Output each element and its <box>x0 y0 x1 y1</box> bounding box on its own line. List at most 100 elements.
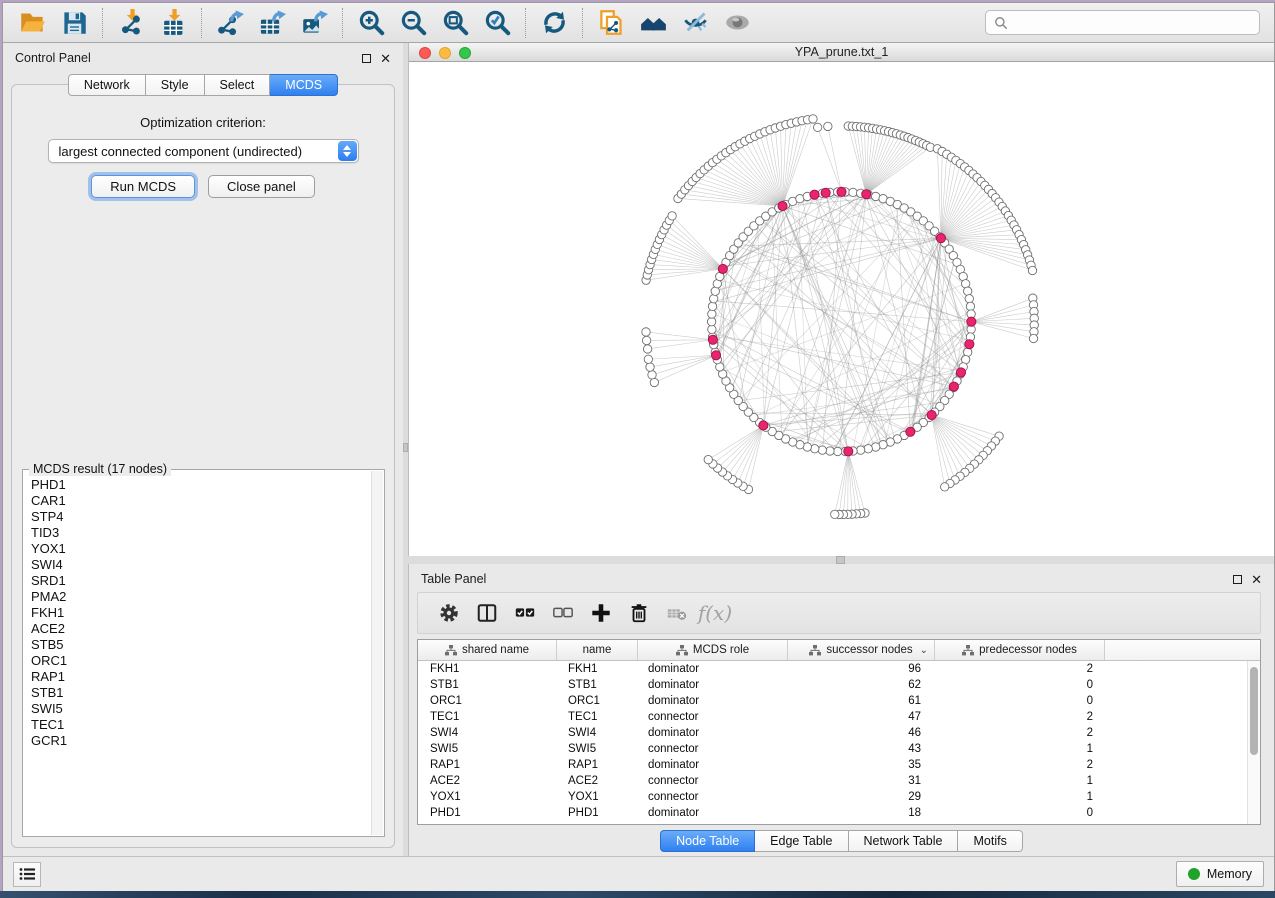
column-header-shared-name[interactable]: shared name <box>418 640 557 660</box>
network-node[interactable] <box>708 325 716 333</box>
search-input[interactable] <box>1014 16 1251 30</box>
network-node[interactable] <box>668 212 676 220</box>
add-column-button[interactable] <box>582 596 620 630</box>
network-node[interactable] <box>826 447 834 455</box>
save-session-button[interactable] <box>53 5 95 41</box>
run-mcds-button[interactable]: Run MCDS <box>91 175 195 198</box>
mcds-node[interactable] <box>927 411 936 420</box>
tab-network[interactable]: Network <box>68 74 146 96</box>
mcds-node[interactable] <box>711 351 720 360</box>
network-node[interactable] <box>708 310 716 318</box>
mcds-node[interactable] <box>906 427 915 436</box>
network-node[interactable] <box>824 122 832 130</box>
network-canvas[interactable] <box>409 62 1274 556</box>
mcds-result-item[interactable]: GCR1 <box>31 733 371 749</box>
network-node[interactable] <box>643 345 651 353</box>
table-row[interactable]: SWI5SWI5connector431 <box>418 741 1247 757</box>
zoom-fit-button[interactable] <box>434 5 476 41</box>
network-node[interactable] <box>818 446 826 454</box>
mcds-node[interactable] <box>967 317 976 326</box>
table-row[interactable]: PHD1PHD1dominator180 <box>418 805 1247 821</box>
mcds-result-item[interactable]: FKH1 <box>31 605 371 621</box>
mcds-result-item[interactable]: SRD1 <box>31 573 371 589</box>
network-node[interactable] <box>709 295 717 303</box>
network-node[interactable] <box>708 302 716 310</box>
mcds-result-item[interactable]: SWI5 <box>31 701 371 717</box>
close-panel-icon[interactable]: ✕ <box>1251 575 1262 584</box>
scrollbar-thumb[interactable] <box>1250 667 1258 755</box>
mcds-result-item[interactable]: PMA2 <box>31 589 371 605</box>
tab-select[interactable]: Select <box>205 74 271 96</box>
mcds-result-item[interactable]: PHD1 <box>31 477 371 493</box>
network-node[interactable] <box>831 510 839 518</box>
float-panel-icon[interactable] <box>362 54 371 63</box>
show-all-button[interactable] <box>716 5 758 41</box>
mcds-result-scrollbar[interactable] <box>371 471 383 835</box>
mcds-result-item[interactable]: SWI4 <box>31 557 371 573</box>
mcds-node[interactable] <box>837 187 846 196</box>
new-network-from-selection-button[interactable] <box>590 5 632 41</box>
mcds-node[interactable] <box>936 234 945 243</box>
table-row[interactable]: FKH1FKH1dominator962 <box>418 661 1247 677</box>
hide-selected-button[interactable] <box>674 5 716 41</box>
network-node[interactable] <box>966 302 974 310</box>
mcds-result-item[interactable]: TEC1 <box>31 717 371 733</box>
tab-network-table[interactable]: Network Table <box>849 830 959 852</box>
table-row[interactable]: ACE2ACE2connector311 <box>418 773 1247 789</box>
window-maximize-icon[interactable] <box>459 47 471 59</box>
mcds-result-item[interactable]: CAR1 <box>31 493 371 509</box>
network-node[interactable] <box>872 443 880 451</box>
network-node[interactable] <box>811 445 819 453</box>
network-node[interactable] <box>704 455 712 463</box>
network-node[interactable] <box>965 295 973 303</box>
criterion-select[interactable]: largest connected component (undirected) <box>48 139 359 163</box>
mcds-result-item[interactable]: TID3 <box>31 525 371 541</box>
column-header-predecessor-nodes[interactable]: predecessor nodes <box>935 640 1105 660</box>
splitter-grip[interactable] <box>836 556 845 564</box>
table-row[interactable]: ORC1ORC1dominator610 <box>418 693 1247 709</box>
splitter-grip[interactable] <box>403 443 408 452</box>
network-node[interactable] <box>849 188 857 196</box>
open-file-button[interactable] <box>11 5 53 41</box>
mcds-result-item[interactable]: STB5 <box>31 637 371 653</box>
mcds-node[interactable] <box>949 382 958 391</box>
import-network-button[interactable] <box>110 5 152 41</box>
select-all-button[interactable] <box>506 596 544 630</box>
mcds-result-item[interactable]: YOX1 <box>31 541 371 557</box>
network-graph[interactable] <box>409 62 1274 553</box>
mcds-result-item[interactable]: STB1 <box>31 685 371 701</box>
network-node[interactable] <box>809 115 817 123</box>
mcds-result-item[interactable]: ACE2 <box>31 621 371 637</box>
table-options-button[interactable] <box>430 596 468 630</box>
network-node[interactable] <box>707 317 715 325</box>
window-minimize-icon[interactable] <box>439 47 451 59</box>
deselect-all-button[interactable] <box>544 596 582 630</box>
network-node[interactable] <box>833 447 841 455</box>
column-header-MCDS-role[interactable]: MCDS role <box>638 640 788 660</box>
network-node[interactable] <box>964 287 972 295</box>
task-history-button[interactable] <box>13 862 41 887</box>
mcds-node[interactable] <box>718 264 727 273</box>
zoom-in-button[interactable] <box>350 5 392 41</box>
network-node[interactable] <box>856 446 864 454</box>
network-node[interactable] <box>1028 266 1036 274</box>
mcds-result-item[interactable]: ORC1 <box>31 653 371 669</box>
horizontal-splitter[interactable] <box>408 556 1274 564</box>
function-builder-button[interactable]: f(x) <box>696 596 734 630</box>
refresh-view-button[interactable] <box>533 5 575 41</box>
tab-node-table[interactable]: Node Table <box>660 830 755 852</box>
delete-table-button[interactable] <box>658 596 696 630</box>
table-row[interactable]: RAP1RAP1dominator352 <box>418 757 1247 773</box>
zoom-out-button[interactable] <box>392 5 434 41</box>
table-scrollbar[interactable] <box>1247 661 1260 824</box>
network-node[interactable] <box>648 371 656 379</box>
table-row[interactable]: STB1STB1dominator620 <box>418 677 1247 693</box>
network-node[interactable] <box>1029 334 1037 342</box>
column-header-successor-nodes[interactable]: successor nodes⌄ <box>788 640 935 660</box>
mcds-node[interactable] <box>708 335 717 344</box>
network-node[interactable] <box>650 378 658 386</box>
delete-column-button[interactable] <box>620 596 658 630</box>
mcds-node[interactable] <box>821 188 830 197</box>
zoom-selected-button[interactable] <box>476 5 518 41</box>
mcds-node[interactable] <box>956 368 965 377</box>
